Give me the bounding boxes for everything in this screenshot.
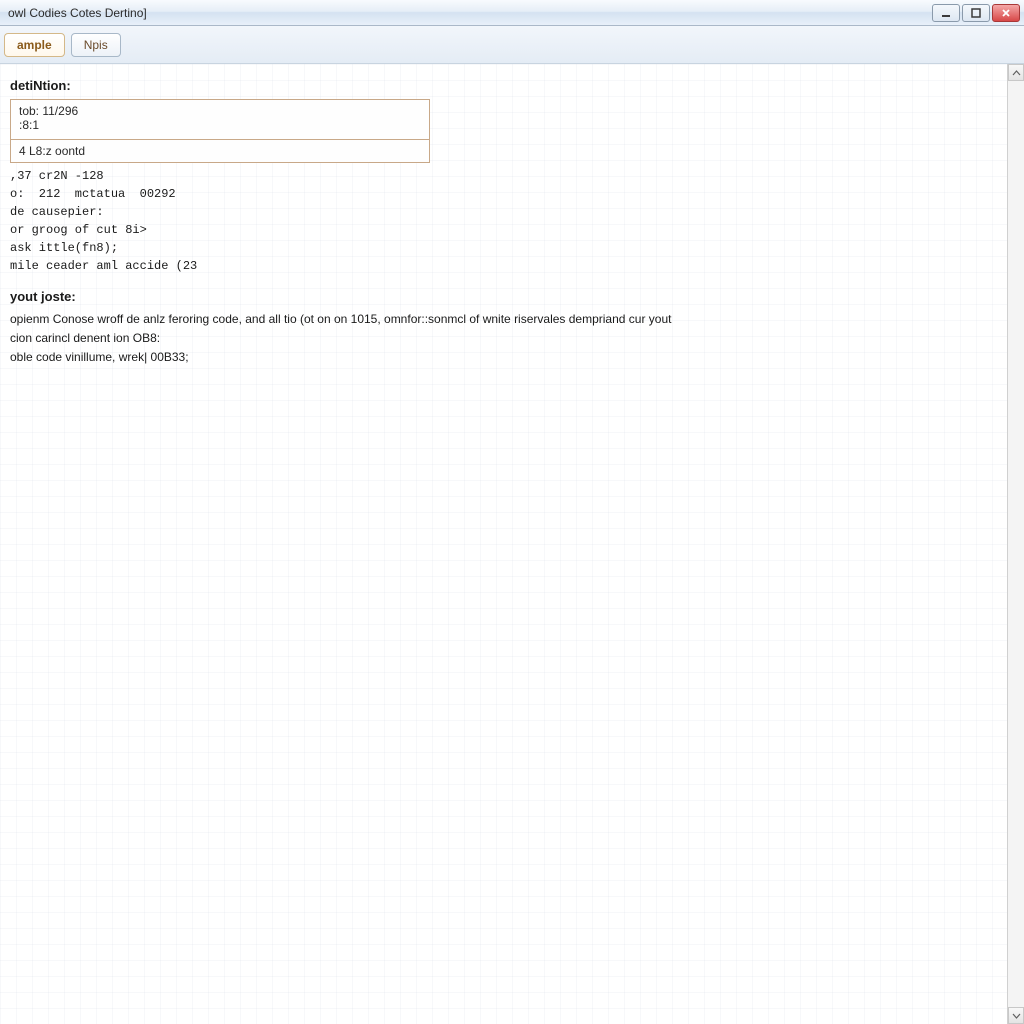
scroll-down-button[interactable] — [1008, 1007, 1024, 1024]
info-table: tob: 11/296 :8:1 4 L8:z oontd — [10, 99, 430, 163]
window-title: owl Codies Cotes Dertino] — [8, 6, 147, 20]
minimize-button[interactable] — [932, 4, 960, 22]
titlebar: owl Codies Cotes Dertino] — [0, 0, 1024, 26]
vertical-scrollbar[interactable] — [1007, 64, 1024, 1024]
maximize-icon — [970, 8, 982, 18]
code-line: mile ceader aml accide (23 — [10, 257, 997, 275]
tab-label: Npis — [84, 38, 108, 52]
scroll-track[interactable] — [1008, 81, 1024, 1007]
table-cell: tob: 11/296 :8:1 — [11, 100, 430, 140]
toolbar: ample Npis — [0, 26, 1024, 64]
code-line: o: 212 mctatua 00292 — [10, 185, 997, 203]
code-block: ,37 cr2N -128 o: 212 mctatua 00292 de ca… — [10, 167, 997, 275]
maximize-button[interactable] — [962, 4, 990, 22]
table-cell: 4 L8:z oontd — [11, 140, 430, 163]
tab-label: ample — [17, 38, 52, 52]
minimize-icon — [940, 8, 952, 18]
chevron-down-icon — [1012, 1013, 1021, 1019]
table-text: tob: 11/296 — [19, 104, 421, 118]
paragraph-text: opienm Conose wroff de anlz feroring cod… — [10, 310, 997, 329]
code-line: de causepier: — [10, 203, 997, 221]
code-line: ,37 cr2N -128 — [10, 167, 997, 185]
code-line: ask ittle(fn8); — [10, 239, 997, 257]
tab-ample[interactable]: ample — [4, 33, 65, 57]
chevron-up-icon — [1012, 70, 1021, 76]
section-2: yout joste: opienm Conose wroff de anlz … — [10, 289, 997, 368]
paragraph-text: oble code vinillume, wrek| 00B33; — [10, 348, 997, 367]
section-heading-joste: yout joste: — [10, 289, 997, 304]
main-panel: detiNtion: tob: 11/296 :8:1 4 L8:z oontd… — [0, 64, 1007, 1024]
app-window: owl Codies Cotes Dertino] ample — [0, 0, 1024, 1024]
close-button[interactable] — [992, 4, 1020, 22]
code-line: or groog of cut 8i> — [10, 221, 997, 239]
close-icon — [1000, 8, 1012, 18]
window-controls — [932, 4, 1020, 22]
content-area: detiNtion: tob: 11/296 :8:1 4 L8:z oontd… — [0, 64, 1024, 1024]
scroll-up-button[interactable] — [1008, 64, 1024, 81]
section-heading-definition: detiNtion: — [10, 78, 997, 93]
table-text: :8:1 — [19, 118, 421, 132]
tab-npis[interactable]: Npis — [71, 33, 121, 57]
paragraph-text: cion carincl denent ion OB8: — [10, 329, 997, 348]
